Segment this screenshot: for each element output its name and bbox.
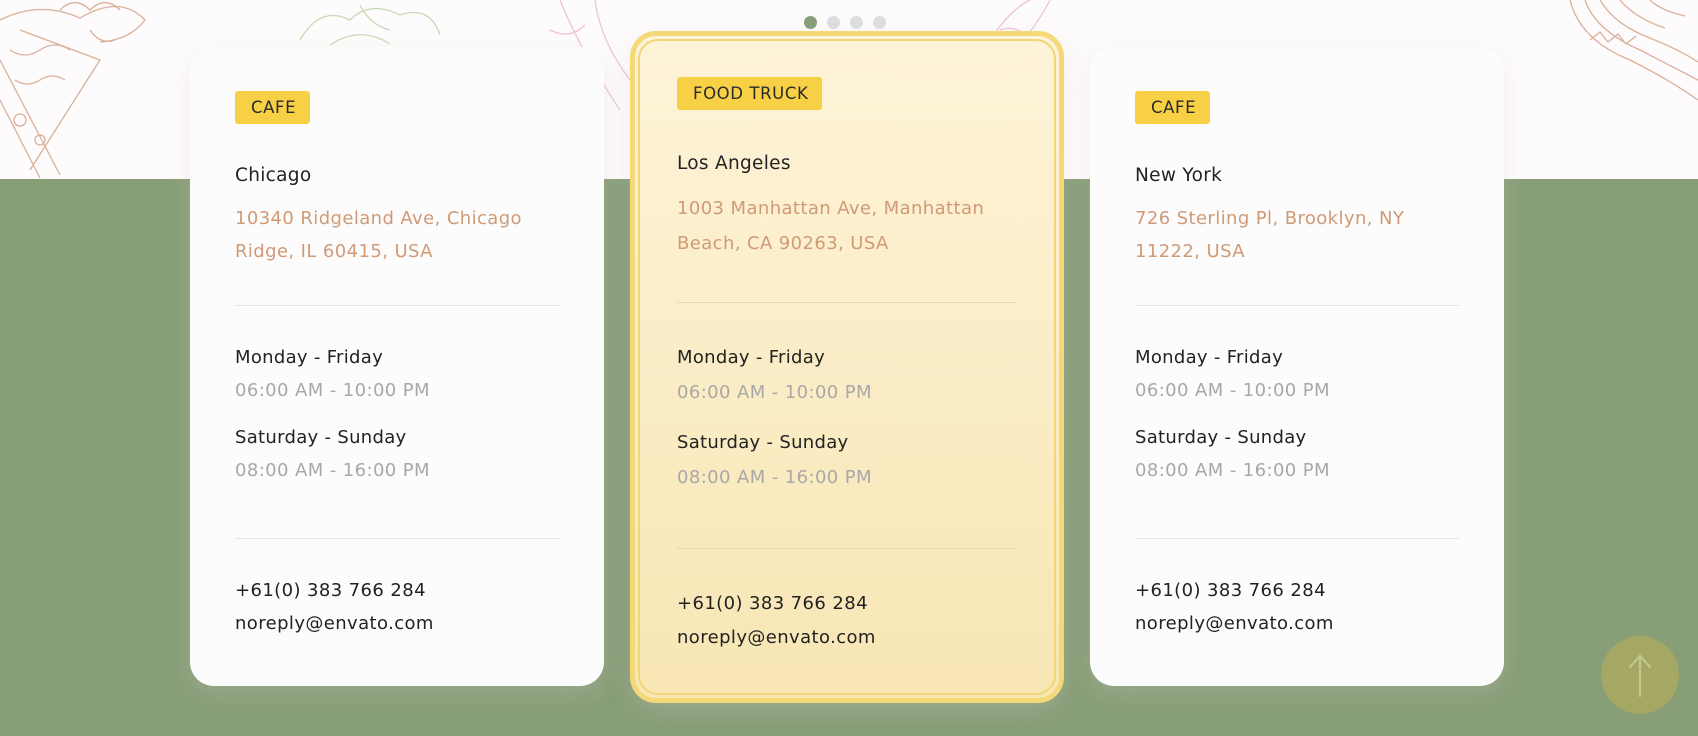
divider — [677, 302, 1017, 303]
carousel-dot[interactable] — [873, 16, 886, 29]
weekday-label: Monday - Friday — [1135, 347, 1284, 368]
location-card: CAFE Chicago 10340 Ridgeland Ave, Chicag… — [190, 47, 604, 686]
location-type-badge: FOOD TRUCK — [677, 77, 823, 110]
carousel-dot[interactable] — [827, 16, 840, 29]
cupcake-sketch-icon — [1569, 0, 1698, 101]
weekend-label: Saturday - Sunday — [677, 432, 849, 453]
weekday-label: Monday - Friday — [677, 347, 826, 368]
location-city: Los Angeles — [677, 153, 791, 174]
address-line: 11222, USA — [1135, 241, 1245, 262]
location-card-featured: FOOD TRUCK Los Angeles 1003 Manhattan Av… — [630, 31, 1064, 703]
phone-number[interactable]: +61(0) 383 766 284 — [235, 580, 426, 601]
vegetable-sketch-icon — [299, 4, 441, 46]
location-address[interactable]: 726 Sterling Pl, Brooklyn, NY 11222, USA — [1135, 202, 1404, 268]
weekend-label: Saturday - Sunday — [1135, 427, 1307, 448]
carousel-pagination — [804, 16, 886, 29]
carousel-dot[interactable] — [804, 16, 817, 29]
weekday-label: Monday - Friday — [235, 347, 384, 368]
email-link[interactable]: noreply@envato.com — [1135, 613, 1334, 634]
address-line: 10340 Ridgeland Ave, Chicago — [235, 208, 522, 229]
weekend-label: Saturday - Sunday — [235, 427, 407, 448]
weekend-hours: 08:00 AM - 16:00 PM — [1135, 460, 1330, 481]
location-type-badge: CAFE — [235, 91, 311, 124]
address-line: 1003 Manhattan Ave, Manhattan — [677, 198, 985, 219]
address-line: 726 Sterling Pl, Brooklyn, NY — [1135, 208, 1405, 229]
location-type-badge: CAFE — [1135, 91, 1211, 124]
phone-number[interactable]: +61(0) 383 766 284 — [1135, 580, 1326, 601]
weekend-hours: 08:00 AM - 16:00 PM — [677, 467, 872, 488]
location-address[interactable]: 1003 Manhattan Ave, Manhattan Beach, CA … — [677, 191, 984, 261]
divider — [1135, 305, 1459, 306]
weekday-hours: 06:00 AM - 10:00 PM — [1135, 380, 1330, 401]
divider — [1135, 538, 1459, 539]
address-line: Beach, CA 90263, USA — [677, 233, 889, 254]
divider — [235, 305, 559, 306]
location-address[interactable]: 10340 Ridgeland Ave, Chicago Ridge, IL 6… — [235, 202, 522, 268]
phone-number[interactable]: +61(0) 383 766 284 — [677, 593, 868, 614]
address-line: Ridge, IL 60415, USA — [235, 241, 433, 262]
email-link[interactable]: noreply@envato.com — [677, 627, 876, 648]
ice-cream-sketch-icon — [0, 1, 146, 179]
email-link[interactable]: noreply@envato.com — [235, 613, 434, 634]
scroll-to-top-button[interactable] — [1601, 636, 1679, 714]
weekend-hours: 08:00 AM - 16:00 PM — [235, 460, 430, 481]
location-card: CAFE New York 726 Sterling Pl, Brooklyn,… — [1090, 47, 1504, 686]
divider — [235, 538, 559, 539]
carousel-dot[interactable] — [850, 16, 863, 29]
weekday-hours: 06:00 AM - 10:00 PM — [235, 380, 430, 401]
location-city: New York — [1135, 165, 1223, 186]
divider — [677, 548, 1017, 549]
weekday-hours: 06:00 AM - 10:00 PM — [677, 382, 872, 403]
location-city: Chicago — [235, 165, 312, 186]
arrow-up-icon — [1628, 654, 1652, 698]
